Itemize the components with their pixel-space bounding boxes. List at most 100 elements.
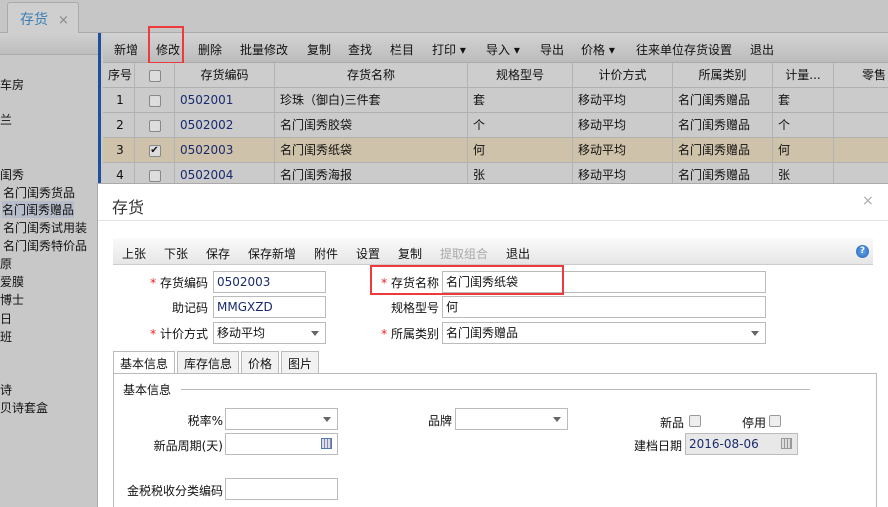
row-checkbox[interactable] [148,169,161,182]
chevron-down-icon [323,417,331,422]
col-name[interactable]: 存货名称 [275,63,468,88]
spec-input[interactable]: 何 [442,296,766,318]
partner-inventory-settings-button[interactable]: 往来单位存货设置 [636,41,732,58]
tab-label: 存货 [20,12,48,28]
sidebar-item[interactable]: 名门闺秀特价品 [3,237,87,254]
columns-button[interactable]: 栏目 [390,41,414,58]
cycle-input[interactable] [225,433,338,455]
sidebar-item[interactable]: 博士 [0,291,24,308]
highlight-edit [148,26,184,64]
code-label: * 存货编码 [150,276,208,290]
brand-select[interactable] [455,408,568,430]
cell-no: 1 [106,88,135,113]
exit-button[interactable]: 退出 [506,245,530,262]
close-icon[interactable]: × [862,193,874,209]
copy-button[interactable]: 复制 [307,41,331,58]
cell-retail [834,113,888,138]
calendar-icon[interactable] [781,438,792,449]
tax-label: 税率% [187,414,223,428]
cell-name: 名门闺秀纸袋 [275,138,468,163]
sidebar-item[interactable]: 班 [0,328,12,345]
cell-spec: 套 [468,88,573,113]
table-row[interactable]: 3 ✔ 0502003 名门闺秀纸袋何移动平均 名门闺秀赠品何 [103,138,888,163]
mnemonic-input[interactable]: MMGXZD [213,296,326,318]
save-button[interactable]: 保存 [206,245,230,262]
row-checkbox-cell [135,113,175,138]
settings-button[interactable]: 设置 [356,245,380,262]
section-legend: 基本信息 [123,383,172,397]
category-select[interactable]: 名门闺秀赠品 [442,322,766,344]
batch-edit-button[interactable]: 批量修改 [240,41,288,58]
pricing-select[interactable]: 移动平均 [213,322,326,344]
cell-category: 名门闺秀赠品 [673,138,773,163]
new-checkbox[interactable] [689,415,701,427]
col-category[interactable]: 所属类别 [673,63,773,88]
col-pricing[interactable]: 计价方式 [573,63,673,88]
main-toolbar: 新增 修改 删除 批量修改 复制 查找 栏目 打印 ▾ 导入 ▾ 导出 价格 ▾… [103,33,888,63]
sidebar-item[interactable]: 名门闺秀货品 [3,184,75,201]
tab-image[interactable]: 图片 [281,351,320,373]
tab-inventory[interactable]: 存货 × [7,2,79,33]
chevron-down-icon [553,417,561,422]
tab-stock-info[interactable]: 库存信息 [177,351,240,373]
row-checkbox-cell: ✔ [135,138,175,163]
help-icon[interactable]: ? [856,245,869,258]
col-retail[interactable]: 零售 [834,63,888,88]
table-row[interactable]: 2 0502002 名门闺秀胶袋个移动平均 名门闺秀赠品个 [103,113,888,138]
divider [181,389,810,390]
sidebar-item-selected[interactable]: 名门闺秀赠品 [2,201,75,218]
save-new-button[interactable]: 保存新增 [248,245,296,262]
col-code[interactable]: 存货编码 [175,63,275,88]
attachment-button[interactable]: 附件 [314,245,338,262]
sidebar-item[interactable]: 日 [0,310,12,327]
dialog-title: 存货 [112,198,145,217]
dialog-toolbar: 上张 下张 保存 保存新增 附件 设置 复制 提取组合 退出 ? [113,238,873,265]
sidebar-item[interactable]: 原 [0,255,12,272]
add-button[interactable]: 新增 [114,41,138,58]
sidebar-item[interactable]: 闺秀 [0,166,24,183]
taxcode-label: 金税税收分类编码 [126,484,223,498]
sidebar-item[interactable]: 贝诗套盒 [0,399,48,416]
col-unit[interactable]: 计量... [773,63,834,88]
row-checkbox[interactable] [148,119,161,132]
next-button[interactable]: 下张 [164,245,188,262]
date-input[interactable]: 2016-08-06 [685,433,798,455]
pricing-value: 移动平均 [217,326,266,340]
select-all-checkbox[interactable] [148,69,161,82]
prev-button[interactable]: 上张 [122,245,146,262]
calculator-icon[interactable] [321,438,332,449]
tab-basic-info[interactable]: 基本信息 [113,351,176,374]
cell-no: 3 [106,138,135,163]
taxcode-input[interactable] [225,478,338,500]
table-row[interactable]: 1 0502001 珍珠（御白)三件套套移动平均 名门闺秀赠品套 [103,88,888,113]
highlight-name [370,265,564,295]
sidebar-item[interactable]: 爱膜 [0,273,24,290]
col-spec[interactable]: 规格型号 [468,63,573,88]
col-no[interactable]: 序号 [106,63,135,88]
cell-category: 名门闺秀赠品 [673,88,773,113]
col-select[interactable] [135,63,175,88]
date-value: 2016-08-06 [689,437,759,451]
print-dropdown[interactable]: 打印 ▾ [432,41,466,58]
tax-select[interactable] [225,408,338,430]
delete-button[interactable]: 删除 [198,41,222,58]
disabled-checkbox[interactable] [769,415,781,427]
price-dropdown[interactable]: 价格 ▾ [581,41,615,58]
cell-name: 名门闺秀胶袋 [275,113,468,138]
divider [98,220,888,221]
export-button[interactable]: 导出 [540,41,564,58]
row-checkbox[interactable] [148,94,161,107]
row-checkbox[interactable]: ✔ [148,144,161,157]
sidebar-item[interactable]: 车房 [0,76,24,93]
close-icon[interactable]: × [58,13,69,28]
tab-price[interactable]: 价格 [241,351,280,373]
code-input[interactable]: 0502003 [213,271,326,293]
exit-button[interactable]: 退出 [750,41,774,58]
cell-code: 0502003 [175,138,275,163]
sidebar-item[interactable]: 名门闺秀试用装 [3,219,87,236]
sidebar-item[interactable]: 兰 [0,111,12,128]
find-button[interactable]: 查找 [348,41,372,58]
sidebar-item[interactable]: 诗 [0,381,12,398]
import-dropdown[interactable]: 导入 ▾ [486,41,520,58]
copy-button[interactable]: 复制 [398,245,422,262]
